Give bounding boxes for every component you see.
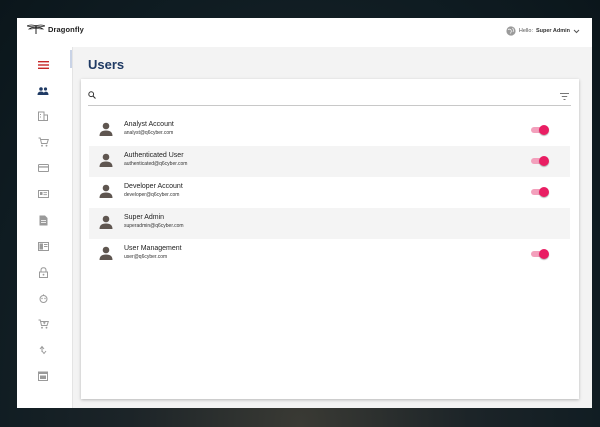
sidebar-item-users[interactable] — [35, 83, 51, 99]
search-icon[interactable] — [88, 91, 96, 99]
search-input[interactable] — [102, 90, 542, 102]
people-icon — [37, 87, 49, 95]
toggle-thumb — [539, 156, 549, 166]
user-row[interactable]: Super Admin superadmin@q6cyber.com — [89, 208, 570, 239]
person-icon — [99, 246, 113, 260]
sync-icon — [39, 345, 47, 355]
active-nav-indicator — [70, 50, 72, 68]
user-row[interactable]: Authenticated User authenticated@q6cyber… — [89, 146, 570, 177]
sidebar-item-sync[interactable] — [35, 342, 51, 358]
greeting-label: Hello: — [518, 28, 533, 34]
person-icon — [99, 122, 113, 136]
user-name-label: Super Admin — [535, 28, 570, 34]
user-row[interactable]: User Management user@q6cyber.com — [89, 239, 570, 270]
user-enabled-toggle[interactable] — [531, 248, 549, 260]
sidebar-item-cloud[interactable] — [35, 290, 51, 306]
sidebar-item-documents[interactable] — [35, 212, 51, 228]
calendar-icon — [38, 371, 48, 381]
app-window: Dragonfly Hello: Super Admin Users Analy… — [17, 18, 592, 408]
page-title: Users — [88, 57, 125, 72]
cart-add-icon — [38, 319, 49, 329]
user-email: authenticated@q6cyber.com — [124, 161, 188, 167]
user-name: Developer Account — [124, 183, 183, 190]
chevron-down-icon — [573, 29, 580, 33]
person-icon — [99, 215, 113, 229]
sidebar-item-identities[interactable] — [35, 186, 51, 202]
toggle-thumb — [539, 249, 549, 259]
cloud-icon — [39, 293, 47, 303]
dragonfly-icon — [27, 24, 45, 34]
user-email: developer@q6cyber.com — [124, 192, 180, 198]
person-icon — [99, 153, 113, 167]
sidebar-item-organizations[interactable] — [35, 108, 51, 124]
sidebar-item-billing[interactable] — [35, 160, 51, 176]
filter-icon[interactable] — [560, 93, 569, 100]
layout-icon — [37, 241, 49, 251]
user-row[interactable]: Analyst Account analyst@q6cyber.com — [89, 115, 570, 146]
user-row[interactable]: Developer Account developer@q6cyber.com — [89, 177, 570, 208]
app-name: Dragonfly — [48, 24, 84, 34]
main-content: Users Analyst Account analyst@q6cyber.co… — [73, 47, 592, 408]
globe-icon — [506, 26, 516, 36]
user-name: Analyst Account — [124, 121, 174, 128]
user-name: Authenticated User — [124, 152, 184, 159]
sidebar-item-security[interactable] — [35, 264, 51, 280]
user-name: Super Admin — [124, 214, 165, 221]
sidebar-item-dashboards[interactable] — [35, 238, 51, 254]
user-enabled-toggle[interactable] — [531, 124, 549, 136]
users-card: Analyst Account analyst@q6cyber.com Auth… — [81, 79, 579, 399]
credit-card-icon — [37, 164, 49, 172]
user-email: user@q6cyber.com — [124, 254, 168, 260]
sidebar-item-cart-add[interactable] — [35, 316, 51, 332]
toggle-thumb — [539, 187, 549, 197]
sidebar-item-schedule[interactable] — [35, 368, 51, 384]
sidebar-item-orders[interactable] — [35, 134, 51, 150]
user-enabled-toggle[interactable] — [531, 155, 549, 167]
user-menu[interactable]: Hello: Super Admin — [506, 26, 580, 36]
cart-icon — [38, 137, 49, 147]
user-list: Analyst Account analyst@q6cyber.com Auth… — [89, 115, 570, 270]
user-email: analyst@q6cyber.com — [124, 130, 174, 136]
user-email: superadmin@q6cyber.com — [124, 223, 184, 229]
menu-icon — [37, 61, 49, 69]
user-name: User Management — [124, 245, 182, 252]
person-icon — [99, 184, 113, 198]
document-icon — [39, 215, 47, 225]
sidebar-menu-toggle[interactable] — [35, 57, 51, 73]
top-bar: Dragonfly Hello: Super Admin — [17, 18, 592, 47]
id-card-icon — [37, 190, 49, 198]
lock-icon — [38, 266, 48, 278]
building-icon — [38, 111, 48, 121]
app-logo[interactable]: Dragonfly — [27, 24, 84, 34]
user-enabled-toggle[interactable] — [531, 186, 549, 198]
sidebar — [17, 47, 73, 408]
toggle-thumb — [539, 125, 549, 135]
search-bar — [88, 89, 571, 106]
